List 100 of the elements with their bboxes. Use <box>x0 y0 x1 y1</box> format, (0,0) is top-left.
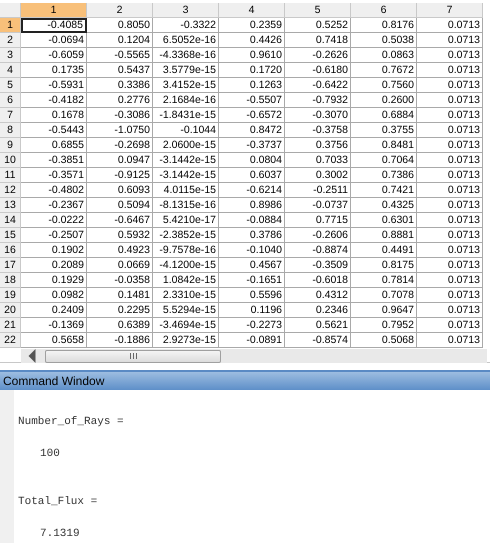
table-cell[interactable]: -0.5507 <box>219 93 285 108</box>
table-cell[interactable]: 0.0713 <box>417 18 483 33</box>
table-cell[interactable]: -0.6467 <box>87 213 153 228</box>
row-header[interactable]: 16 <box>0 243 21 258</box>
table-cell[interactable]: 0.0713 <box>417 243 483 258</box>
row-header[interactable]: 18 <box>0 273 21 288</box>
table-cell[interactable]: 0.0804 <box>219 153 285 168</box>
table-cell[interactable]: -8.1315e-16 <box>153 198 219 213</box>
table-cell[interactable]: -0.0891 <box>219 333 285 348</box>
table-cell[interactable]: -0.0358 <box>87 273 153 288</box>
table-cell[interactable]: -4.1200e-15 <box>153 258 219 273</box>
table-cell[interactable]: 4.0115e-15 <box>153 183 219 198</box>
table-cell[interactable]: 0.2409 <box>21 303 87 318</box>
table-cell[interactable]: -0.9125 <box>87 168 153 183</box>
table-cell[interactable]: 0.6389 <box>87 318 153 333</box>
table-cell[interactable]: 0.0713 <box>417 153 483 168</box>
table-cell[interactable]: 0.5596 <box>219 288 285 303</box>
row-header[interactable]: 3 <box>0 48 21 63</box>
table-cell[interactable]: -0.6572 <box>219 108 285 123</box>
table-cell[interactable]: 0.2600 <box>351 93 417 108</box>
row-header[interactable]: 17 <box>0 258 21 273</box>
table-cell[interactable]: 0.3786 <box>219 228 285 243</box>
table-cell[interactable]: 0.0713 <box>417 288 483 303</box>
table-cell[interactable]: -3.4694e-15 <box>153 318 219 333</box>
table-cell[interactable]: 0.1481 <box>87 288 153 303</box>
row-header[interactable]: 20 <box>0 303 21 318</box>
row-header[interactable]: 12 <box>0 183 21 198</box>
table-cell[interactable]: 0.3002 <box>285 168 351 183</box>
table-cell[interactable]: 0.4567 <box>219 258 285 273</box>
table-cell[interactable]: -0.3737 <box>219 138 285 153</box>
table-cell[interactable]: 0.0713 <box>417 303 483 318</box>
table-cell[interactable]: 0.6855 <box>21 138 87 153</box>
table-cell[interactable]: -0.3571 <box>21 168 87 183</box>
table-cell[interactable]: -0.3851 <box>21 153 87 168</box>
table-cell[interactable]: 0.6037 <box>219 168 285 183</box>
table-cell[interactable]: 0.5658 <box>21 333 87 348</box>
row-header[interactable]: 7 <box>0 108 21 123</box>
table-cell[interactable]: 0.1196 <box>219 303 285 318</box>
column-header[interactable]: 1 <box>21 3 87 18</box>
table-cell[interactable]: -0.4085 <box>21 18 87 33</box>
table-cell[interactable]: -0.3509 <box>285 258 351 273</box>
scrollbar-thumb[interactable] <box>45 350 221 362</box>
table-cell[interactable]: -0.1040 <box>219 243 285 258</box>
table-cell[interactable]: -0.8574 <box>285 333 351 348</box>
row-header[interactable]: 11 <box>0 168 21 183</box>
row-header[interactable]: 19 <box>0 288 21 303</box>
table-cell[interactable]: -0.2507 <box>21 228 87 243</box>
table-cell[interactable]: -0.2606 <box>285 228 351 243</box>
table-cell[interactable]: -4.3368e-16 <box>153 48 219 63</box>
table-cell[interactable]: -1.8431e-15 <box>153 108 219 123</box>
table-cell[interactable]: 0.0713 <box>417 93 483 108</box>
table-cell[interactable]: 0.0713 <box>417 183 483 198</box>
table-cell[interactable]: -0.2626 <box>285 48 351 63</box>
table-cell[interactable]: -0.0737 <box>285 198 351 213</box>
table-cell[interactable]: -0.5565 <box>87 48 153 63</box>
table-cell[interactable]: 0.6093 <box>87 183 153 198</box>
table-cell[interactable]: 0.9647 <box>351 303 417 318</box>
table-cell[interactable]: -0.3758 <box>285 123 351 138</box>
table-cell[interactable]: -0.0222 <box>21 213 87 228</box>
table-cell[interactable]: 0.5437 <box>87 63 153 78</box>
table-cell[interactable]: 0.1678 <box>21 108 87 123</box>
table-cell[interactable]: -0.6180 <box>285 63 351 78</box>
table-cell[interactable]: -0.4182 <box>21 93 87 108</box>
table-cell[interactable]: -0.2273 <box>219 318 285 333</box>
table-cell[interactable]: 0.1263 <box>219 78 285 93</box>
table-cell[interactable]: 0.0863 <box>351 48 417 63</box>
column-header[interactable]: 6 <box>351 3 417 18</box>
table-cell[interactable]: 5.5294e-15 <box>153 303 219 318</box>
table-cell[interactable]: 0.0669 <box>87 258 153 273</box>
row-header[interactable]: 10 <box>0 153 21 168</box>
row-header[interactable]: 1 <box>0 18 21 33</box>
table-cell[interactable]: -0.3070 <box>285 108 351 123</box>
table-cell[interactable]: 0.5068 <box>351 333 417 348</box>
table-cell[interactable]: 0.0713 <box>417 108 483 123</box>
table-cell[interactable]: 0.7064 <box>351 153 417 168</box>
row-header[interactable]: 8 <box>0 123 21 138</box>
table-cell[interactable]: -0.0694 <box>21 33 87 48</box>
table-cell[interactable]: 0.6301 <box>351 213 417 228</box>
table-cell[interactable]: 0.1720 <box>219 63 285 78</box>
table-cell[interactable]: 0.3386 <box>87 78 153 93</box>
table-cell[interactable]: -0.5931 <box>21 78 87 93</box>
table-cell[interactable]: 0.8176 <box>351 18 417 33</box>
table-cell[interactable]: 0.5252 <box>285 18 351 33</box>
table-cell[interactable]: -2.3852e-15 <box>153 228 219 243</box>
column-header[interactable]: 7 <box>417 3 483 18</box>
table-cell[interactable]: 0.2776 <box>87 93 153 108</box>
table-cell[interactable]: 0.0982 <box>21 288 87 303</box>
column-header[interactable]: 3 <box>153 3 219 18</box>
table-cell[interactable]: 0.7715 <box>285 213 351 228</box>
table-cell[interactable]: 0.3756 <box>285 138 351 153</box>
table-cell[interactable]: 0.0713 <box>417 273 483 288</box>
column-header[interactable]: 2 <box>87 3 153 18</box>
table-cell[interactable]: -0.1369 <box>21 318 87 333</box>
table-cell[interactable]: 0.7418 <box>285 33 351 48</box>
row-header[interactable]: 9 <box>0 138 21 153</box>
table-cell[interactable]: 0.0713 <box>417 33 483 48</box>
table-cell[interactable]: 0.0713 <box>417 258 483 273</box>
table-cell[interactable]: 3.5779e-15 <box>153 63 219 78</box>
table-cell[interactable]: 0.4426 <box>219 33 285 48</box>
table-cell[interactable]: 0.9610 <box>219 48 285 63</box>
